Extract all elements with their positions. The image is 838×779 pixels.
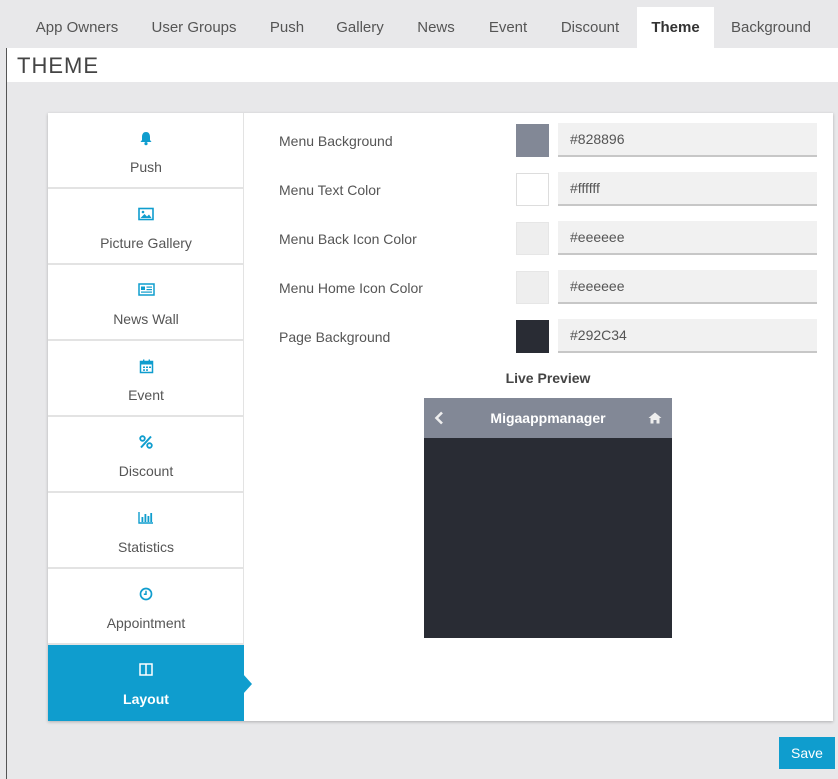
title-band: THEME: [7, 48, 838, 82]
save-button[interactable]: Save: [779, 737, 835, 769]
home-icon: [648, 411, 662, 429]
sidebar-item-push[interactable]: Push: [48, 113, 244, 189]
sidebar-item-label: Statistics: [117, 539, 174, 555]
sidebar-item-label: Push: [130, 159, 162, 175]
menu-background-label: Menu Background: [279, 133, 393, 149]
page-background-label: Page Background: [279, 329, 391, 345]
sidebar-item-label: Event: [128, 387, 164, 403]
sidebar-item-label: Layout: [123, 691, 169, 707]
sidebar-item-discount[interactable]: Discount: [48, 417, 244, 493]
sidebar-item-label: Discount: [118, 463, 174, 479]
left-divider: [6, 48, 7, 779]
tab-news[interactable]: News: [406, 7, 466, 48]
newspaper-icon: [48, 283, 244, 299]
page-background-input[interactable]: [558, 319, 817, 353]
sidebar-item-layout[interactable]: Layout: [48, 645, 252, 721]
page-background-swatch[interactable]: [516, 320, 549, 353]
sidebar-item-statistics[interactable]: Statistics: [48, 493, 244, 569]
clock-icon: [48, 587, 244, 603]
preview-menu-bar: Migaappmanager: [424, 398, 672, 438]
columns-icon: [48, 663, 244, 679]
menu-back-icon-color-input[interactable]: [558, 221, 817, 255]
menu-text-color-label: Menu Text Color: [279, 182, 381, 198]
tab-theme[interactable]: Theme: [637, 7, 714, 48]
tab-event[interactable]: Event: [476, 7, 540, 48]
bell-icon: [48, 131, 244, 147]
menu-home-icon-color-input[interactable]: [558, 270, 817, 304]
menu-back-icon-color-swatch[interactable]: [516, 222, 549, 255]
bar-chart-icon: [48, 511, 244, 527]
menu-home-icon-color-label: Menu Home Icon Color: [279, 280, 423, 296]
picture-icon: [48, 207, 244, 223]
tab-gallery[interactable]: Gallery: [324, 7, 396, 48]
menu-home-icon-color-swatch[interactable]: [516, 271, 549, 304]
sidebar-item-event[interactable]: Event: [48, 341, 244, 417]
sidebar: Push Picture Gallery News Wall Event Dis: [48, 113, 252, 721]
calendar-icon: [48, 359, 244, 375]
sidebar-item-label: Picture Gallery: [100, 235, 192, 251]
top-tab-bar: App Owners User Groups Push Gallery News…: [0, 0, 838, 48]
menu-back-icon-color-label: Menu Back Icon Color: [279, 231, 417, 247]
preview-app-name: Migaappmanager: [490, 410, 606, 426]
live-preview-screen: Migaappmanager: [424, 398, 672, 638]
tab-discount[interactable]: Discount: [550, 7, 630, 48]
menu-background-swatch[interactable]: [516, 124, 549, 157]
menu-text-color-swatch[interactable]: [516, 173, 549, 206]
percent-icon: [48, 435, 244, 451]
tab-push[interactable]: Push: [258, 7, 316, 48]
tab-app-owners[interactable]: App Owners: [22, 7, 132, 48]
sidebar-item-appointment[interactable]: Appointment: [48, 569, 244, 645]
menu-background-input[interactable]: [558, 123, 817, 157]
sidebar-item-label: News Wall: [113, 311, 179, 327]
tab-background[interactable]: Background: [722, 7, 820, 48]
sidebar-item-label: Appointment: [106, 615, 186, 631]
page-title: THEME: [17, 53, 99, 78]
live-preview-title: Live Preview: [505, 370, 591, 386]
theme-panel: Push Picture Gallery News Wall Event Dis: [48, 113, 833, 721]
tab-user-groups[interactable]: User Groups: [140, 7, 248, 48]
menu-text-color-input[interactable]: [558, 172, 817, 206]
sidebar-item-picture-gallery[interactable]: Picture Gallery: [48, 189, 244, 265]
sidebar-item-news-wall[interactable]: News Wall: [48, 265, 244, 341]
